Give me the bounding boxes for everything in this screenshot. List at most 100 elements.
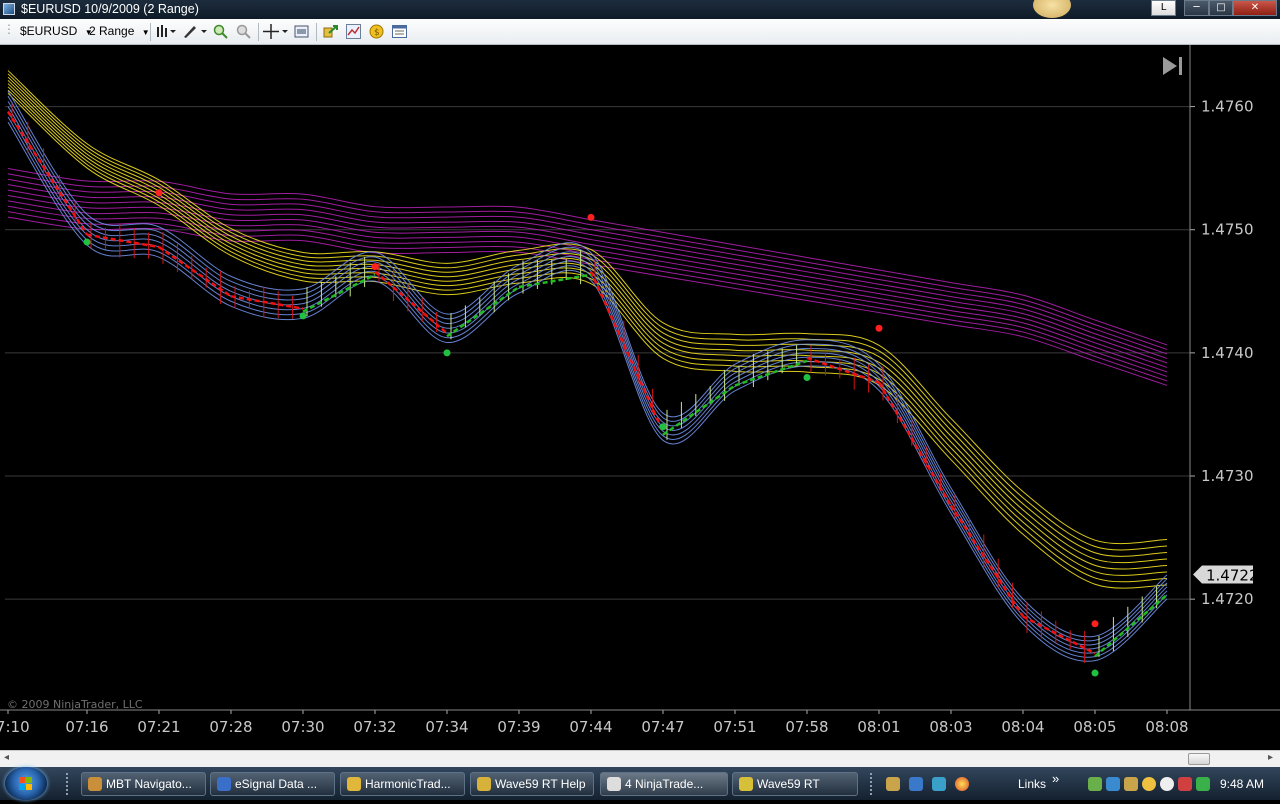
x-tick-label: 07:44 xyxy=(569,718,612,736)
window-title: $EURUSD 10/9/2009 (2 Range) xyxy=(21,2,199,16)
taskbar-task-button[interactable]: MBT Navigato... xyxy=(81,772,206,796)
links-chevron-icon[interactable]: » xyxy=(1052,771,1059,786)
instrument-selector[interactable]: $EURUSD ▼ xyxy=(20,24,93,38)
y-tick-label: 1.4750 xyxy=(1201,221,1254,239)
sell-signal-dot xyxy=(875,324,883,332)
crosshair-icon[interactable] xyxy=(263,24,289,39)
zoom-out-icon[interactable] xyxy=(236,24,251,39)
tray-monitor-icon[interactable] xyxy=(1106,777,1120,791)
x-tick-label: 07:51 xyxy=(713,718,756,736)
scrollbar-thumb[interactable] xyxy=(1188,753,1210,765)
x-tick-label: 07:32 xyxy=(353,718,396,736)
mid-ma-ribbon-line xyxy=(7,92,1168,589)
slow-ma-ribbon-line xyxy=(7,211,1168,382)
interval-selector[interactable]: 2 Range ▼ xyxy=(89,24,150,38)
x-tick-label: 07:47 xyxy=(641,718,684,736)
taskbar-task-button[interactable]: Wave59 RT xyxy=(732,772,858,796)
maximize-button[interactable]: □ xyxy=(1209,0,1233,16)
toolbar-separator xyxy=(316,23,317,41)
tray-clock-app-icon[interactable] xyxy=(1160,777,1174,791)
links-toolbar-label[interactable]: Links xyxy=(1018,777,1046,791)
tray-network-icon[interactable] xyxy=(1088,777,1102,791)
drawing-pencil-icon[interactable] xyxy=(182,24,208,39)
scroll-right-arrow-icon[interactable]: ▸ xyxy=(1268,752,1273,763)
scroll-left-arrow-icon[interactable]: ◂ xyxy=(4,752,9,763)
x-tick-label: 07:58 xyxy=(785,718,828,736)
downtrend-dashed-line xyxy=(949,504,1025,618)
buy-signal-dot xyxy=(1091,669,1099,677)
bar-style-icon[interactable] xyxy=(155,24,177,39)
chrome-icon[interactable] xyxy=(955,777,969,791)
title-orb-decoration xyxy=(1033,0,1071,18)
taskbar-task-button[interactable]: HarmonicTrad... xyxy=(340,772,465,796)
sell-signal-dot xyxy=(587,213,595,221)
x-tick-label: 07:34 xyxy=(425,718,468,736)
task-app-icon xyxy=(88,777,102,791)
sell-signal-dot xyxy=(155,189,163,197)
language-button[interactable]: L xyxy=(1151,0,1176,16)
x-tick-label: 08:04 xyxy=(1001,718,1044,736)
task-label: Wave59 RT xyxy=(757,777,820,791)
x-tick-label: 08:01 xyxy=(857,718,900,736)
data-box-icon[interactable] xyxy=(294,24,309,39)
minimize-button[interactable]: ─ xyxy=(1184,0,1209,16)
chart-canvas: 1.4760 1.4750 1.4740 1.4730 1.4720 07:10 07:16… xyxy=(0,45,1280,736)
toolbar-grip: ⋮ xyxy=(3,22,15,36)
slow-ma-ribbon-line xyxy=(7,216,1168,386)
task-app-icon xyxy=(607,777,621,791)
indicator-icon[interactable] xyxy=(346,24,361,39)
skip-to-end-icon[interactable] xyxy=(1160,54,1186,78)
x-tick-label: 07:10 xyxy=(0,718,30,736)
close-button[interactable]: ✕ xyxy=(1233,0,1277,16)
chevron-down-icon: ▼ xyxy=(141,28,150,37)
buy-signal-dot xyxy=(83,238,91,246)
taskbar-task-button[interactable]: Wave59 RT Help xyxy=(470,772,594,796)
taskbar-clock[interactable]: 9:48 AM xyxy=(1220,777,1264,791)
task-label: 4 NinjaTrade... xyxy=(625,777,704,791)
svg-text:$: $ xyxy=(374,28,380,38)
y-tick-label: 1.4730 xyxy=(1201,467,1254,485)
tray-volume-icon[interactable] xyxy=(1196,777,1210,791)
sell-signal-dot xyxy=(1091,620,1099,628)
buy-signal-dot xyxy=(299,312,307,320)
uptrend-dashed-line xyxy=(1094,593,1168,658)
tray-app-icon[interactable] xyxy=(1124,777,1138,791)
taskbar-task-button[interactable]: 4 NinjaTrade... xyxy=(600,772,728,796)
downtrend-dashed-line xyxy=(6,110,89,236)
taskbar-task-button[interactable]: eSignal Data ... xyxy=(210,772,335,796)
show-desktop-icon[interactable] xyxy=(909,777,923,791)
sell-signal-dot xyxy=(371,263,379,271)
buy-signal-dot xyxy=(803,374,811,381)
instrument-label: $EURUSD xyxy=(20,24,78,38)
quicklaunch-app-icon[interactable] xyxy=(886,777,900,791)
task-label: MBT Navigato... xyxy=(106,777,192,791)
toolbar-separator xyxy=(150,23,151,41)
task-app-icon xyxy=(739,777,753,791)
price-chart[interactable]: 1.4760 1.4750 1.4740 1.4730 1.4720 07:10 07:16… xyxy=(0,45,1280,750)
y-tick-label: 1.4720 xyxy=(1201,590,1254,608)
current-price-label: 1.4722 xyxy=(1206,567,1259,585)
mid-ma-ribbon-line xyxy=(7,89,1168,583)
switch-windows-icon[interactable] xyxy=(932,777,946,791)
coin-icon[interactable]: $ xyxy=(369,24,384,39)
zoom-in-icon[interactable] xyxy=(213,24,228,39)
taskbar-grip xyxy=(66,773,72,795)
task-label: HarmonicTrad... xyxy=(365,777,451,791)
window-title-bar: $EURUSD 10/9/2009 (2 Range) L ─ □ ✕ xyxy=(0,0,1280,19)
x-tick-label: 07:39 xyxy=(497,718,540,736)
interval-label: 2 Range xyxy=(89,24,135,38)
chart-horizontal-scrollbar[interactable]: ◂ ▸ xyxy=(0,750,1280,767)
properties-icon[interactable] xyxy=(392,24,407,39)
x-tick-label: 07:21 xyxy=(137,718,180,736)
x-tick-label: 08:08 xyxy=(1145,718,1188,736)
tray-coin-icon[interactable] xyxy=(1142,777,1156,791)
windows-taskbar: MBT Navigato... eSignal Data ... HarmonicT… xyxy=(0,767,1280,800)
mid-ma-ribbon-line xyxy=(7,70,1168,545)
x-tick-label: 07:30 xyxy=(281,718,324,736)
x-tick-label: 08:03 xyxy=(929,718,972,736)
tray-alert-icon[interactable] xyxy=(1178,777,1192,791)
strategy-icon[interactable] xyxy=(323,24,338,39)
task-app-icon xyxy=(347,777,361,791)
x-tick-label: 07:28 xyxy=(209,718,252,736)
start-button[interactable] xyxy=(5,767,47,800)
